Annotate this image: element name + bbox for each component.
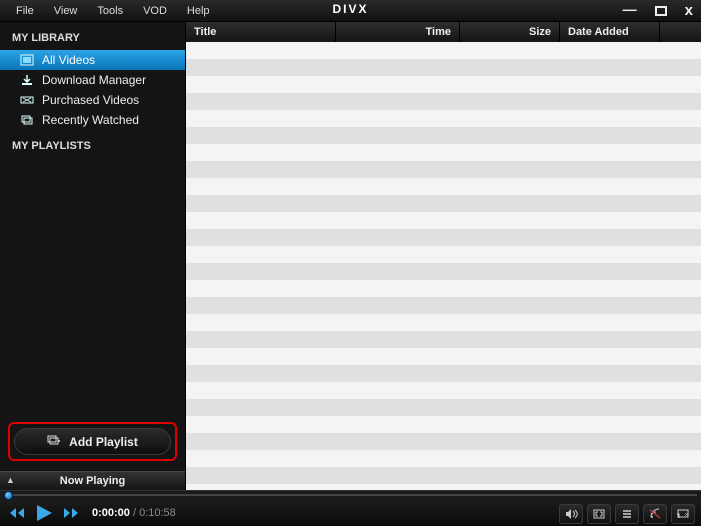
time-current: 0:00:00 [92,507,130,519]
now-playing-label: Now Playing [60,475,125,487]
volume-button[interactable] [559,504,583,524]
download-icon [20,74,34,86]
table-row[interactable] [186,297,701,314]
table-row[interactable] [186,42,701,59]
column-size[interactable]: Size [460,22,560,42]
sidebar-item-all-videos[interactable]: All Videos [0,50,185,70]
sidebar-spacer [0,158,185,416]
stack-icon [20,114,34,126]
play-button[interactable] [34,504,54,522]
table-row[interactable] [186,280,701,297]
table-row[interactable] [186,263,701,280]
table-row[interactable] [186,365,701,382]
seek-bar[interactable] [0,491,701,499]
table-row[interactable] [186,76,701,93]
add-playlist-highlight: Add Playlist [0,416,185,471]
time-duration: 0:10:58 [139,507,176,519]
column-date[interactable]: Date Added [560,22,660,42]
table-row[interactable] [186,229,701,246]
table-body [186,42,701,490]
sidebar-item-download-manager[interactable]: Download Manager [0,70,185,90]
table-row[interactable] [186,246,701,263]
now-playing-bar[interactable]: ▲ Now Playing [0,471,185,490]
ticket-icon [20,94,34,106]
table-row[interactable] [186,144,701,161]
library-section-title: MY LIBRARY [0,22,185,50]
table-row[interactable] [186,331,701,348]
column-title[interactable]: Title [186,22,336,42]
sidebar-item-label: Download Manager [42,73,146,87]
menu-file[interactable]: File [6,2,44,20]
close-button[interactable]: x [685,2,693,19]
table-row[interactable] [186,433,701,450]
collapse-arrow-icon: ▲ [6,475,15,485]
player-bar: 0:00:00 / 0:10:58 [0,490,701,526]
sidebar: MY LIBRARY All Videos Download Manager P… [0,22,186,490]
table-row[interactable] [186,161,701,178]
table-row[interactable] [186,195,701,212]
table-row[interactable] [186,93,701,110]
playlist-button[interactable] [615,504,639,524]
time-separator: / [130,507,139,519]
table-row[interactable] [186,110,701,127]
column-spacer [660,22,701,42]
table-row[interactable] [186,416,701,433]
table-row[interactable] [186,399,701,416]
time-display: 0:00:00 / 0:10:58 [92,507,176,519]
table-row[interactable] [186,59,701,76]
menu-help[interactable]: Help [177,2,220,20]
transport-controls: 0:00:00 / 0:10:58 [0,499,701,526]
table-row[interactable] [186,127,701,144]
seek-thumb[interactable] [4,491,13,500]
table-row[interactable] [186,314,701,331]
sidebar-item-recently-watched[interactable]: Recently Watched [0,110,185,130]
minimize-button[interactable]: — [623,1,637,17]
column-time[interactable]: Time [340,22,460,42]
sidebar-item-label: Recently Watched [42,113,139,127]
add-playlist-icon [47,434,61,449]
menu-vod[interactable]: VOD [133,2,177,20]
menu-view[interactable]: View [44,2,88,20]
next-button[interactable] [62,506,80,520]
table-row[interactable] [186,467,701,484]
sidebar-item-label: Purchased Videos [42,93,139,107]
table-row[interactable] [186,382,701,399]
main-area: MY LIBRARY All Videos Download Manager P… [0,22,701,490]
fullscreen-button[interactable] [587,504,611,524]
content-area: Title Time Size Date Added [186,22,701,490]
title-bar: File View Tools VOD Help DIVX — x [0,0,701,22]
table-row[interactable] [186,178,701,195]
table-row[interactable] [186,212,701,229]
stream-button[interactable] [643,504,667,524]
film-icon [20,54,34,66]
menu-tools[interactable]: Tools [87,2,133,20]
table-row[interactable] [186,348,701,365]
add-playlist-outline: Add Playlist [8,422,177,461]
add-playlist-label: Add Playlist [69,435,138,449]
app-logo: DIVX [332,2,368,16]
seek-track [4,494,697,496]
right-controls [559,504,695,524]
maximize-button[interactable] [655,6,667,16]
add-playlist-button[interactable]: Add Playlist [14,428,171,455]
sidebar-item-label: All Videos [42,53,95,67]
sidebar-item-purchased-videos[interactable]: Purchased Videos [0,90,185,110]
previous-button[interactable] [8,506,26,520]
window-controls: — x [623,0,693,21]
main-menu: File View Tools VOD Help [0,2,220,20]
cast-button[interactable] [671,504,695,524]
column-headers: Title Time Size Date Added [186,22,701,42]
playlists-section-title: MY PLAYLISTS [0,130,185,158]
table-row[interactable] [186,450,701,467]
